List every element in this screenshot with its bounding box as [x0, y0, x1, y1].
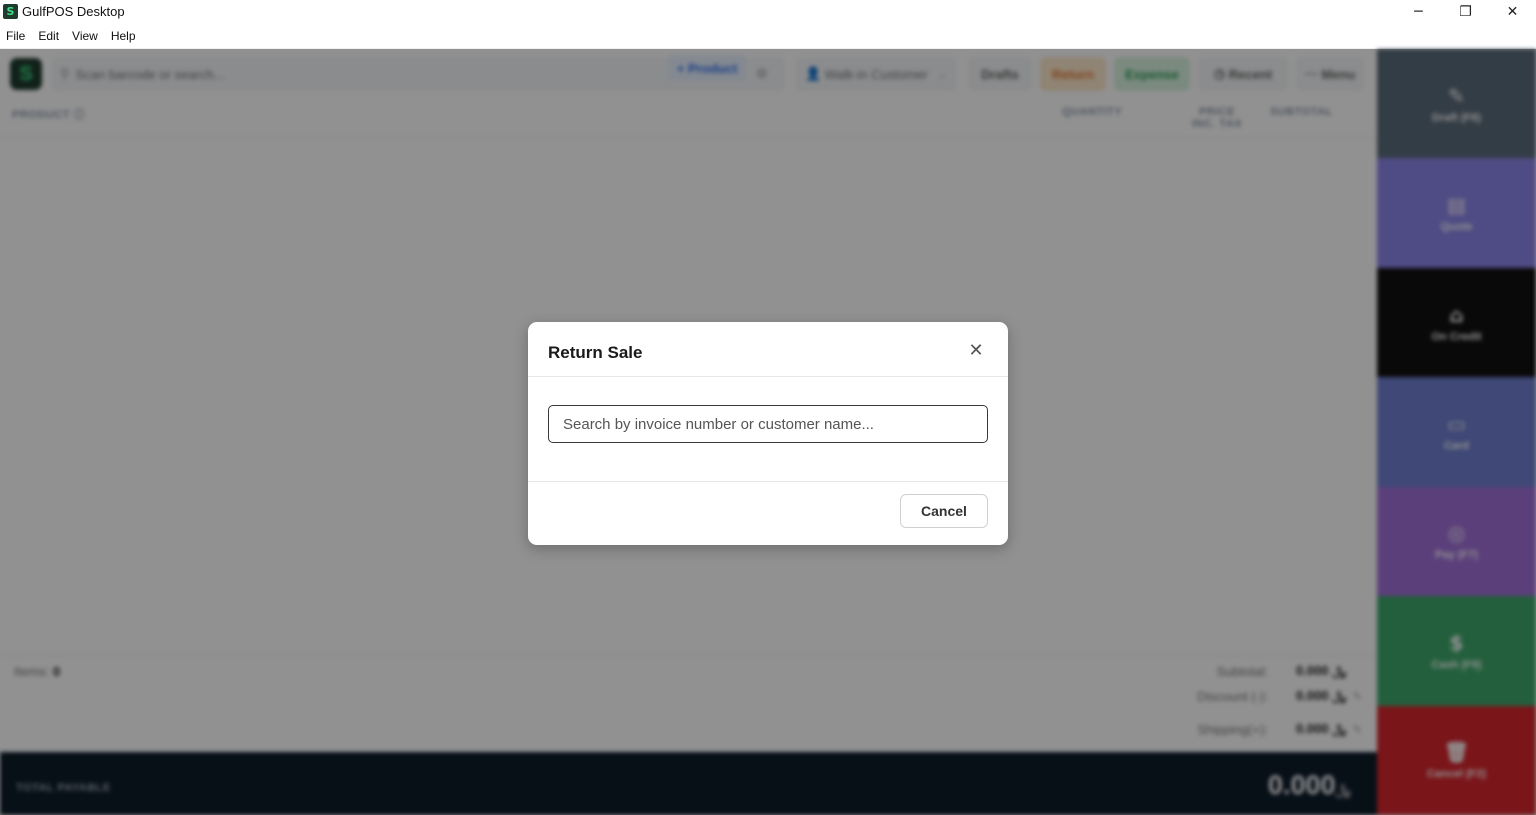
minimize-icon[interactable]: ─	[1395, 0, 1442, 23]
window-title: GulfPOS Desktop	[22, 4, 125, 19]
cancel-button[interactable]: Cancel	[900, 494, 988, 528]
modal-title: Return Sale	[548, 343, 643, 362]
modal-header: Return Sale ✕	[528, 322, 1008, 377]
window-controls: ─ ❐ ✕	[1395, 0, 1536, 23]
menu-view[interactable]: View	[72, 29, 98, 43]
menu-file[interactable]: File	[6, 29, 25, 43]
modal-footer-divider	[528, 481, 1008, 482]
maximize-icon[interactable]: ❐	[1442, 0, 1489, 23]
menu-help[interactable]: Help	[111, 29, 136, 43]
close-icon[interactable]: ✕	[1489, 0, 1536, 23]
menubar: File Edit View Help	[0, 23, 1536, 49]
menu-edit[interactable]: Edit	[38, 29, 59, 43]
return-sale-modal: Return Sale ✕ Cancel	[528, 322, 1008, 545]
invoice-search-input[interactable]	[548, 405, 988, 443]
window-titlebar: S GulfPOS Desktop ─ ❐ ✕	[0, 0, 1536, 23]
app-icon: S	[3, 4, 18, 19]
close-icon[interactable]: ✕	[965, 339, 987, 361]
